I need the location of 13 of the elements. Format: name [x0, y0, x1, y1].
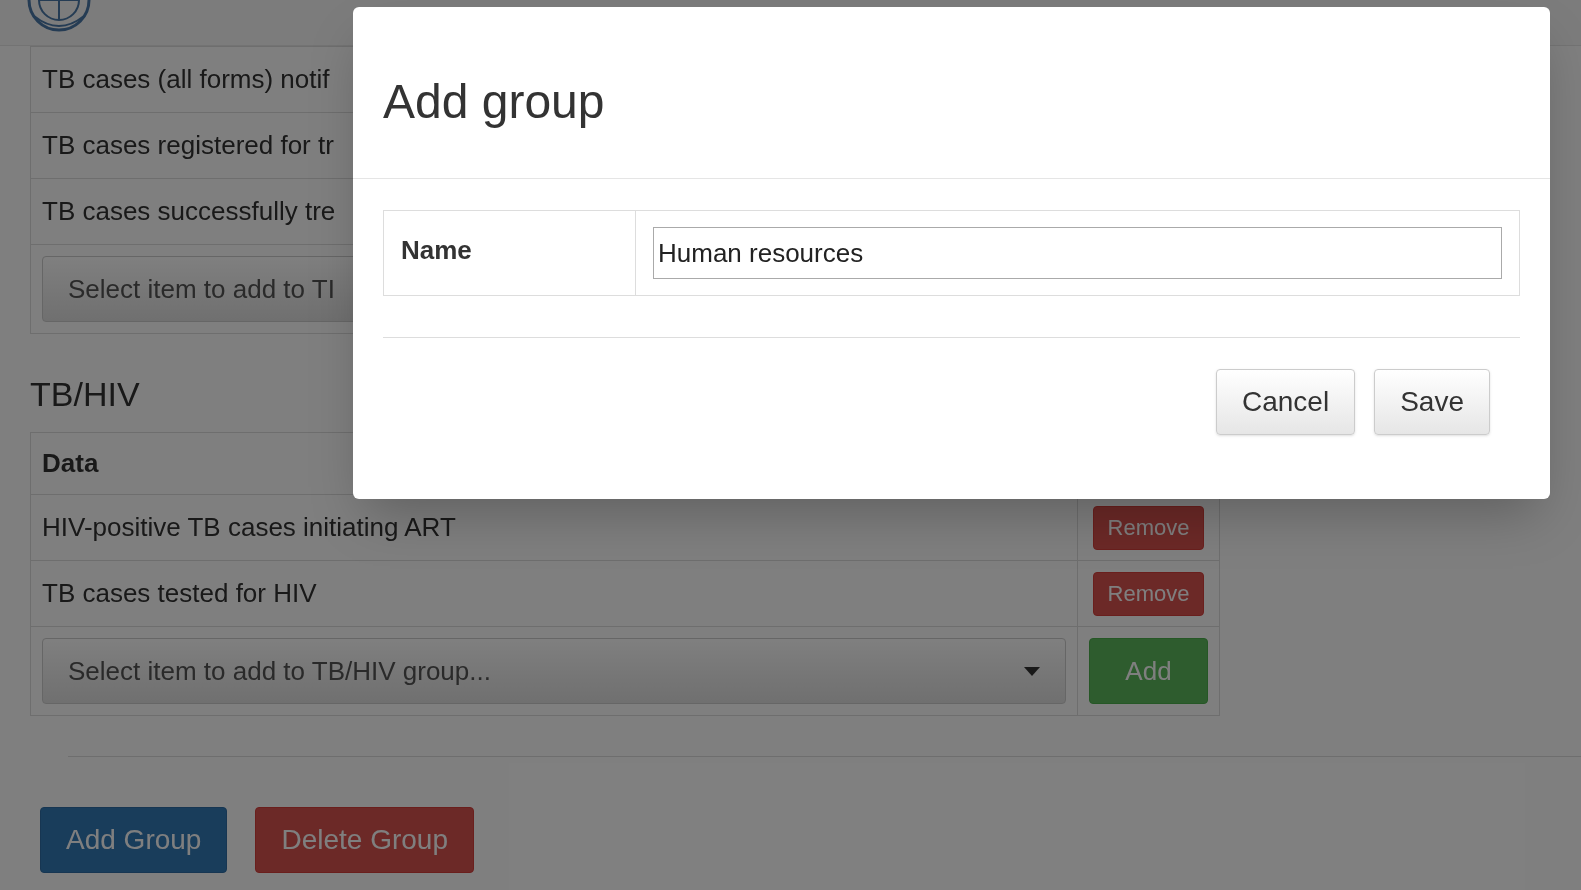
caret-icon [1024, 666, 1040, 676]
select-dropdown[interactable]: Select item to add to TB/HIV group... [42, 638, 1066, 704]
cancel-button[interactable]: Cancel [1216, 369, 1356, 435]
remove-button[interactable]: Remove [1092, 571, 1205, 616]
field-label: Name [384, 211, 636, 295]
save-button[interactable]: Save [1374, 369, 1490, 435]
delete-group-button[interactable]: Delete Group [255, 807, 474, 873]
add-button[interactable]: Add [1089, 638, 1208, 704]
table-cell: TB cases tested for HIV [31, 561, 1078, 626]
section-heading: TB/HIV [30, 374, 141, 414]
name-field[interactable]: Human resources [653, 227, 1502, 279]
remove-button[interactable]: Remove [1092, 505, 1205, 550]
add-group-button[interactable]: Add Group [40, 807, 228, 873]
